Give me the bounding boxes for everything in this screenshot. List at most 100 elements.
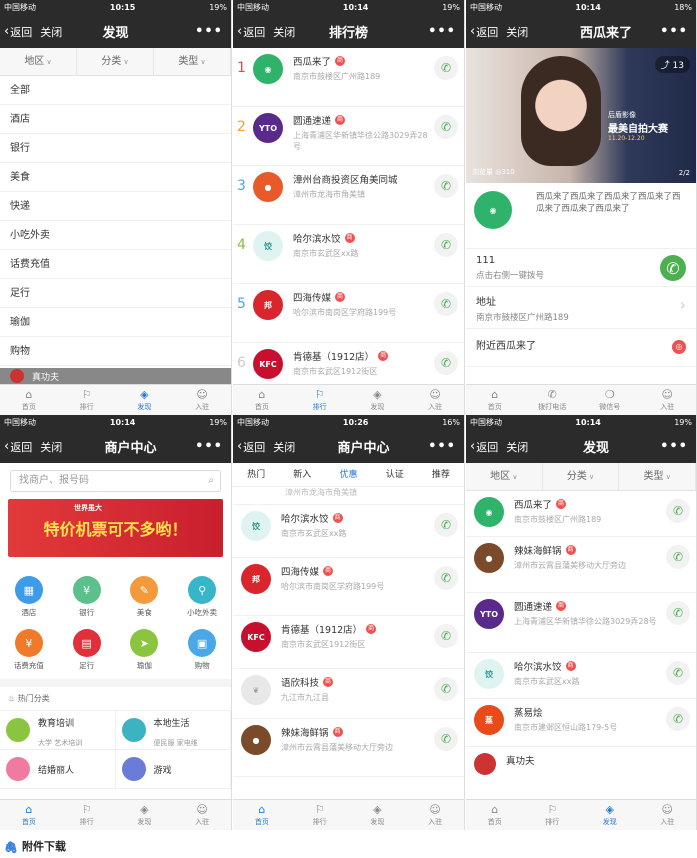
rank-row[interactable]: 2 YTO 圆通速递商上海青浦区华新镇华徐公路3029弄28号 ✆ — [233, 107, 464, 166]
tab-discover[interactable]: ◈ 发现 — [349, 385, 407, 415]
filter-class[interactable]: 分类 — [543, 463, 620, 490]
category-item[interactable]: 快递 — [0, 192, 231, 221]
tab-home[interactable]: ⌂ 首页 — [0, 385, 58, 415]
tab-wechat[interactable]: ❍ 微信号 — [581, 385, 639, 415]
filter-type[interactable]: 类型 — [154, 48, 231, 75]
more-button[interactable]: ••• — [195, 439, 223, 454]
tab-join[interactable]: ☺ 入驻 — [639, 800, 697, 830]
category-foot[interactable]: ▤ 足行 — [58, 626, 116, 671]
tab-home[interactable]: ⌂ 首页 — [466, 385, 524, 415]
tab-rank[interactable]: ⚐ 排行 — [291, 385, 349, 415]
phone-icon[interactable]: ✆ — [434, 727, 458, 751]
more-button[interactable]: ••• — [195, 24, 223, 39]
tab-join[interactable]: ☺ 入驻 — [406, 385, 464, 415]
nearby-row[interactable]: 附近西瓜来了 ◎ — [466, 329, 696, 367]
close-button[interactable]: 关闭 — [273, 24, 295, 40]
tab-join[interactable]: ☺ 入驻 — [173, 800, 231, 830]
category-item[interactable]: 瑜伽 — [0, 308, 231, 337]
category-item[interactable]: 全部 — [0, 76, 231, 105]
list-item[interactable]: ● 辣妹海鲜锅商漳州市云霄县蒲美移动大厅旁边 ✆ — [466, 537, 696, 593]
tab-new[interactable]: 新入 — [279, 463, 325, 486]
phone-icon[interactable]: ✆ — [434, 513, 458, 537]
tab-home[interactable]: ⌂ 首页 — [233, 800, 291, 830]
tab-hot[interactable]: 热门 — [233, 463, 279, 486]
tab-certified[interactable]: 认证 — [372, 463, 418, 486]
back-button[interactable]: ‹ 返回 — [237, 24, 265, 40]
category-item[interactable]: 酒店 — [0, 105, 231, 134]
category-shopping[interactable]: ▣ 购物 — [173, 626, 231, 671]
phone-icon[interactable]: ✆ — [434, 115, 458, 139]
list-item[interactable]: YTO 圆通速递商上海青浦区华新镇华徐公路3029弄28号 ✆ — [466, 593, 696, 653]
more-button[interactable]: ••• — [660, 24, 688, 39]
close-button[interactable]: 关闭 — [273, 439, 295, 455]
back-button[interactable]: ‹ 返回 — [4, 24, 32, 40]
category-item[interactable]: 足行 — [0, 279, 231, 308]
hot-game[interactable]: 游戏 — [116, 750, 231, 788]
category-topup[interactable]: ¥ 话费充值 — [0, 626, 58, 671]
attachment-download[interactable]: 🖇 附件下载 — [0, 832, 697, 858]
filter-class[interactable]: 分类 — [77, 48, 154, 75]
filter-area[interactable]: 地区 — [0, 48, 77, 75]
list-item[interactable]: ● 辣妹海鲜锅商漳州市云霄县蒲美移动大厅旁边 ✆ — [233, 719, 464, 777]
rank-row[interactable]: 3 ● 漳州台商投资区角美同城 漳州市龙海市角美镇 ✆ — [233, 166, 464, 225]
category-item[interactable]: 购物 — [0, 337, 231, 366]
phone-row[interactable]: 111 点击右侧一键拨号 ✆ — [466, 249, 696, 287]
promo-banner[interactable]: 世界虽大 特价机票可不多哟！ — [8, 499, 223, 557]
list-item[interactable]: ◉ 西瓜来了商南京市鼓楼区广州路189 ✆ — [466, 491, 696, 537]
tab-join[interactable]: ☺ 入驻 — [639, 385, 697, 415]
more-button[interactable]: ••• — [428, 24, 456, 39]
category-item[interactable]: 小吃外卖 — [0, 221, 231, 250]
phone-icon[interactable]: ✆ — [434, 351, 458, 375]
category-item[interactable]: 银行 — [0, 134, 231, 163]
phone-icon[interactable]: ✆ — [434, 233, 458, 257]
tab-discover[interactable]: ◈ 发现 — [581, 800, 639, 830]
search-input[interactable]: 找商户、报号码 ⌕ — [10, 470, 221, 492]
hot-local[interactable]: 本地生活 便民服 家电维 — [116, 711, 231, 749]
phone-icon[interactable]: ✆ — [666, 601, 690, 625]
list-item[interactable]: 饺哈尔滨水饺商南京市玄武区xx路 ✆ — [233, 505, 464, 558]
share-button[interactable]: ⤴ 13 — [654, 56, 690, 73]
tab-discover[interactable]: ◈ 发现 — [116, 385, 174, 415]
phone-icon[interactable]: ✆ — [666, 707, 690, 731]
tab-join[interactable]: ☺ 入驻 — [173, 385, 231, 415]
tab-rank[interactable]: ⚐ 排行 — [291, 800, 349, 830]
tab-join[interactable]: ☺ 入驻 — [406, 800, 464, 830]
tab-home[interactable]: ⌂ 首页 — [466, 800, 524, 830]
rank-row[interactable]: 5 邦四海传媒商哈尔滨市南岗区学府路199号 ✆ — [233, 284, 464, 343]
close-button[interactable]: 关闭 — [506, 24, 528, 40]
category-takeout[interactable]: ⚲ 小吃外卖 — [173, 573, 231, 618]
tab-home[interactable]: ⌂ 首页 — [233, 385, 291, 415]
phone-icon[interactable]: ✆ — [434, 624, 458, 648]
more-button[interactable]: ••• — [660, 439, 688, 454]
back-button[interactable]: ‹ 返回 — [237, 439, 265, 455]
back-button[interactable]: ‹ 返回 — [4, 439, 32, 455]
tab-rank[interactable]: ⚐ 排行 — [58, 800, 116, 830]
tab-recommend[interactable]: 推荐 — [418, 463, 464, 486]
tab-home[interactable]: ⌂ 首页 — [0, 800, 58, 830]
category-item[interactable]: 话费充值 — [0, 250, 231, 279]
category-bank[interactable]: ¥ 银行 — [58, 573, 116, 618]
more-button[interactable]: ••• — [428, 439, 456, 454]
tab-discover[interactable]: ◈ 发现 — [116, 800, 174, 830]
call-icon[interactable]: ✆ — [660, 255, 686, 281]
phone-icon[interactable]: ✆ — [434, 174, 458, 198]
back-button[interactable]: ‹ 返回 — [470, 439, 498, 455]
filter-type[interactable]: 类型 — [619, 463, 696, 490]
phone-icon[interactable]: ✆ — [666, 545, 690, 569]
category-yoga[interactable]: ➤ 瑜伽 — [116, 626, 174, 671]
phone-icon[interactable]: ✆ — [434, 677, 458, 701]
close-button[interactable]: 关闭 — [40, 24, 62, 40]
list-item[interactable]: 邦四海传媒商哈尔滨市南岗区学府路199号 ✆ — [233, 558, 464, 616]
list-item[interactable]: 饺哈尔滨水饺商南京市玄武区xx路 ✆ — [466, 653, 696, 699]
phone-icon[interactable]: ✆ — [666, 661, 690, 685]
list-item[interactable]: 真功夫 — [466, 747, 696, 775]
tab-discover[interactable]: ◈ 发现 — [349, 800, 407, 830]
phone-icon[interactable]: ✆ — [434, 292, 458, 316]
rank-row[interactable]: 1 ◉ 西瓜来了商南京市鼓楼区广州路189 ✆ — [233, 48, 464, 107]
category-food[interactable]: ✎ 美食 — [116, 573, 174, 618]
phone-icon[interactable]: ✆ — [434, 56, 458, 80]
phone-icon[interactable]: ✆ — [666, 499, 690, 523]
list-item[interactable]: ❦ 语欣科技商九江市九江县 ✆ — [233, 669, 464, 719]
category-item[interactable]: 美食 — [0, 163, 231, 192]
tab-call[interactable]: ✆ 拨打电话 — [524, 385, 582, 415]
